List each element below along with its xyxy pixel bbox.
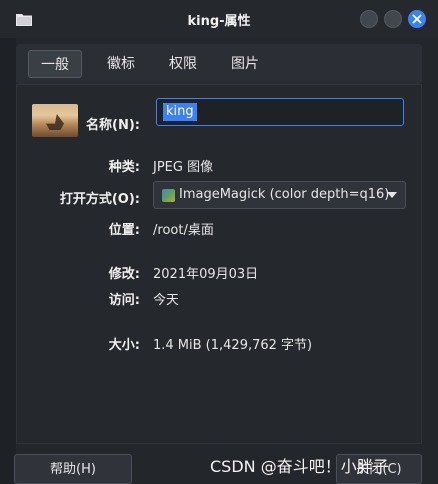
open-with-label: 打开方式(O): — [59, 192, 140, 207]
open-with-dropdown[interactable]: ImageMagick (color depth=q16) — [153, 181, 406, 209]
modified-value: 2021年09月03日 — [153, 267, 259, 282]
name-field[interactable]: king — [156, 98, 404, 126]
minimize-button[interactable] — [360, 10, 378, 28]
type-label: 种类: — [108, 160, 140, 175]
accessed-label: 访问: — [108, 293, 140, 308]
background-decoration — [0, 38, 16, 484]
tab-emblems[interactable]: 徽标 — [94, 50, 148, 78]
tab-permissions[interactable]: 权限 — [156, 50, 210, 78]
location-value: /root/桌面 — [153, 223, 214, 238]
size-label: 大小: — [108, 338, 140, 353]
file-thumbnail — [32, 104, 78, 137]
size-value: 1.4 MiB (1,429,762 字节) — [153, 338, 313, 353]
watermark-text: CSDN @奋斗吧！小胖子 — [210, 457, 389, 476]
help-button[interactable]: 帮助(H) — [14, 454, 132, 484]
tab-image[interactable]: 图片 — [218, 50, 272, 78]
close-icon — [412, 14, 422, 24]
modified-label: 修改: — [108, 267, 140, 282]
close-window-button[interactable] — [408, 10, 426, 28]
chevron-down-icon — [387, 192, 397, 198]
tab-bar: 一般 徽标 权限 图片 — [16, 44, 422, 84]
maximize-button[interactable] — [384, 10, 402, 28]
accessed-value: 今天 — [153, 293, 180, 308]
open-with-value: ImageMagick (color depth=q16) — [179, 187, 390, 202]
location-label: 位置: — [108, 223, 140, 238]
tab-general[interactable]: 一般 — [28, 50, 82, 78]
type-value: JPEG 图像 — [153, 160, 214, 175]
title-bar[interactable]: king-属性 — [0, 0, 438, 38]
name-label: 名称(N): — [86, 118, 140, 133]
imagemagick-icon — [162, 189, 175, 202]
properties-dialog: king-属性 一般 徽标 权限 图片 名称(N): king 种类: JPEG… — [0, 0, 438, 484]
name-field-value: king — [163, 103, 197, 121]
